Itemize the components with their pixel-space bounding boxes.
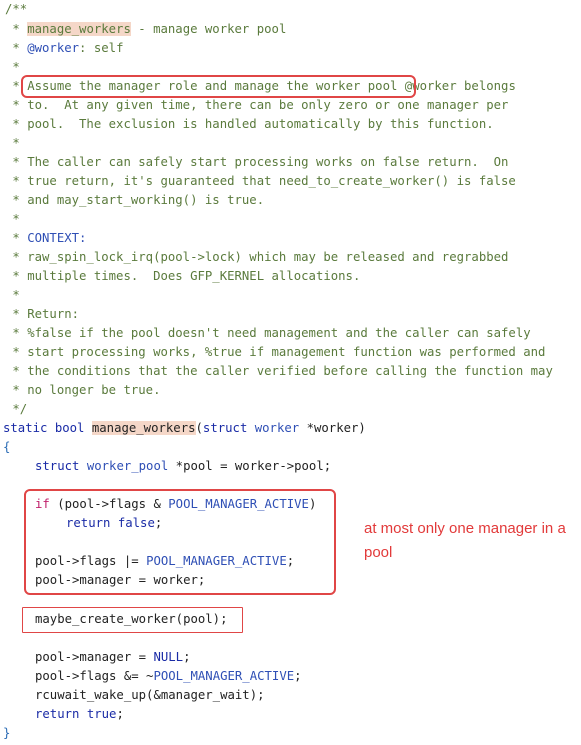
comment-param-desc: : self: [79, 41, 124, 55]
comment-blank-4: *: [5, 288, 20, 302]
comment-context-tag: CONTEXT:: [27, 231, 87, 245]
bool-keyword: bool: [54, 421, 85, 435]
comment-blank-2: *: [5, 136, 20, 150]
flags-clear-semicolon: ;: [294, 669, 302, 683]
comment-line-6: * pool. The exclusion is handled automat…: [5, 117, 494, 131]
comment-close: */: [5, 402, 28, 416]
assume-role-highlight-box: [21, 75, 416, 98]
null-keyword: NULL: [153, 650, 184, 664]
signature-open-paren: (: [195, 421, 203, 435]
maybe-create-highlight-box: [22, 607, 243, 633]
comment-function-name: manage_workers: [27, 22, 131, 36]
decl-rest: *pool = worker->pool;: [168, 459, 332, 473]
function-open-brace: {: [3, 440, 11, 454]
function-signature: static bool manage_workers(struct worker…: [3, 419, 366, 438]
flags-clear-statement: pool->flags &= ~POOL_MANAGER_ACTIVE;: [35, 667, 302, 686]
return-true-keyword: return: [35, 707, 80, 721]
flags-clear-constant: POOL_MANAGER_ACTIVE: [153, 669, 295, 683]
manager-exclusion-highlight-box: [24, 489, 336, 595]
signature-param: *worker): [299, 421, 366, 435]
comment-blank-3: *: [5, 212, 20, 226]
comment-param-line: * @worker: self: [5, 41, 124, 55]
manager-null-semicolon: ;: [183, 650, 191, 664]
comment-function-desc: - manage worker pool: [130, 22, 287, 36]
comment-line-9: * true return, it's guaranteed that need…: [5, 174, 516, 188]
manager-null-expr: pool->manager =: [35, 650, 154, 664]
comment-open: /**: [5, 2, 28, 16]
comment-title-line: * manage_workers - manage worker pool: [5, 22, 287, 36]
return-true-statement: return true;: [35, 705, 124, 724]
flags-clear-expr: pool->flags &= ~: [35, 669, 154, 683]
annotation-note: at most only one manager in a pool: [364, 520, 566, 561]
function-close-brace: }: [3, 726, 11, 740]
comment-line-18: * start processing works, %true if manag…: [5, 345, 546, 359]
pool-declaration: struct worker_pool *pool = worker->pool;: [35, 457, 331, 476]
static-keyword: static: [3, 421, 48, 435]
comment-return-tag: * Return:: [5, 307, 80, 321]
worker-type: worker: [254, 421, 300, 435]
comment-context-line: * CONTEXT:: [5, 231, 87, 245]
struct-keyword: struct: [202, 421, 248, 435]
manager-null-statement: pool->manager = NULL;: [35, 648, 191, 667]
true-keyword: true: [86, 707, 117, 721]
comment-line-8: * The caller can safely start processing…: [5, 155, 509, 169]
comment-line-5: * to. At any given time, there can be on…: [5, 98, 509, 112]
return-true-semicolon: ;: [116, 707, 124, 721]
worker-pool-type: worker_pool: [86, 459, 169, 473]
comment-line-20: * no longer be true.: [5, 383, 161, 397]
comment-line-14: * multiple times. Does GFP_KERNEL alloca…: [5, 269, 361, 283]
comment-line-10: * and may_start_working() is true.: [5, 193, 265, 207]
rcuwait-wake-up-call: rcuwait_wake_up(&manager_wait);: [35, 688, 265, 702]
comment-line-17: * %false if the pool doesn't need manage…: [5, 326, 531, 340]
function-name: manage_workers: [91, 421, 196, 435]
comment-line-19: * the conditions that the caller verifie…: [5, 364, 553, 378]
comment-param-tag: @worker: [27, 41, 80, 55]
comment-blank-1: *: [5, 60, 20, 74]
comment-line-13: * raw_spin_lock_irq(pool->lock) which ma…: [5, 250, 509, 264]
decl-struct-keyword: struct: [35, 459, 80, 473]
